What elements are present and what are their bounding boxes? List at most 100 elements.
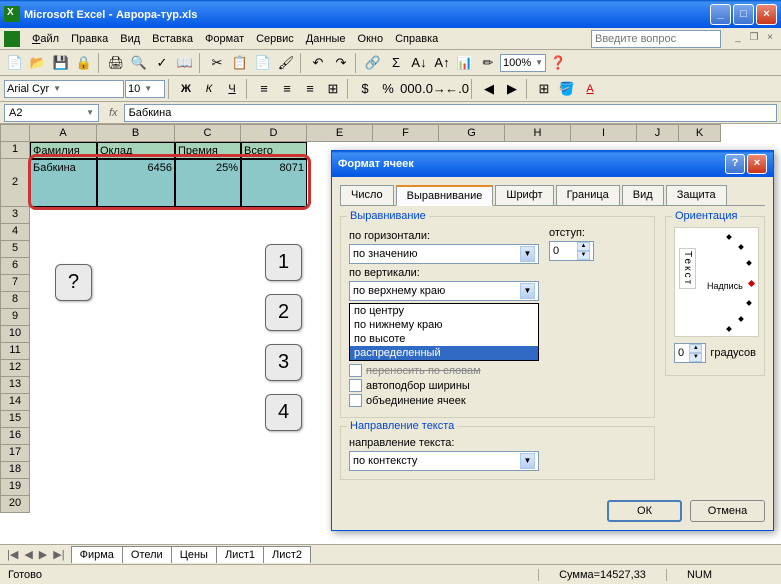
save-icon[interactable]: 💾	[50, 52, 72, 74]
sheet-tab-лист2[interactable]: Лист2	[263, 546, 311, 563]
tab-alignment[interactable]: Выравнивание	[396, 185, 494, 206]
increase-decimal-icon[interactable]: .0→	[423, 78, 445, 100]
cell-a1[interactable]: Фамилия	[30, 142, 97, 159]
degrees-spinner[interactable]: 0▲▼	[674, 343, 706, 363]
indent-spinner[interactable]: 0▲▼	[549, 241, 594, 261]
col-header-g[interactable]: G	[439, 124, 505, 142]
vert-option-distributed[interactable]: распределенный	[350, 346, 538, 360]
vert-option-center[interactable]: по центру	[350, 304, 538, 318]
decrease-decimal-icon[interactable]: ←.0	[446, 78, 468, 100]
text-direction-combo[interactable]: по контексту▼	[349, 451, 539, 471]
row-header-11[interactable]: 11	[0, 343, 30, 360]
cell-d1[interactable]: Всего	[241, 142, 307, 159]
font-name-combo[interactable]: Arial Cyr▼	[4, 80, 124, 98]
row-header-13[interactable]: 13	[0, 377, 30, 394]
chart-icon[interactable]: 📊	[454, 52, 476, 74]
italic-icon[interactable]: К	[198, 78, 220, 100]
menu-data[interactable]: Данные	[300, 31, 352, 47]
permission-icon[interactable]: 🔒	[73, 52, 95, 74]
cut-icon[interactable]: ✂	[206, 52, 228, 74]
row-header-16[interactable]: 16	[0, 428, 30, 445]
drawing-icon[interactable]: ✏	[477, 52, 499, 74]
fx-icon[interactable]: fx	[103, 107, 124, 119]
doc-close-button[interactable]: ×	[763, 32, 777, 46]
row-header-17[interactable]: 17	[0, 445, 30, 462]
percent-icon[interactable]: %	[377, 78, 399, 100]
row-header-20[interactable]: 20	[0, 496, 30, 513]
doc-minimize-button[interactable]: _	[731, 32, 745, 46]
vert-option-bottom[interactable]: по нижнему краю	[350, 318, 538, 332]
menu-view[interactable]: Вид	[114, 31, 146, 47]
orientation-dial[interactable]: Надпись	[705, 233, 755, 333]
print-icon[interactable]: 🖨	[105, 52, 127, 74]
formula-input[interactable]: Бабкина	[124, 104, 777, 122]
vertical-align-combo[interactable]: по верхнему краю▼	[349, 281, 539, 301]
currency-icon[interactable]: $	[354, 78, 376, 100]
row-header-15[interactable]: 15	[0, 411, 30, 428]
row-header-1[interactable]: 1	[0, 142, 30, 159]
help-icon[interactable]: ❓	[547, 52, 569, 74]
tab-number[interactable]: Число	[340, 185, 394, 205]
menu-insert[interactable]: Вставка	[146, 31, 199, 47]
copy-icon[interactable]: 📋	[229, 52, 251, 74]
row-header-19[interactable]: 19	[0, 479, 30, 496]
col-header-c[interactable]: C	[175, 124, 241, 142]
align-center-icon[interactable]: ≡	[276, 78, 298, 100]
font-color-icon[interactable]: A	[579, 78, 601, 100]
undo-icon[interactable]: ↶	[307, 52, 329, 74]
row-header-3[interactable]: 3	[0, 207, 30, 224]
new-icon[interactable]: 📄	[4, 52, 26, 74]
sort-desc-icon[interactable]: A↑	[431, 52, 453, 74]
close-button[interactable]: ×	[756, 4, 777, 25]
row-header-10[interactable]: 10	[0, 326, 30, 343]
merge-checkbox[interactable]	[349, 394, 362, 407]
cell-c2[interactable]: 25%	[175, 159, 241, 207]
decrease-indent-icon[interactable]: ◀	[478, 78, 500, 100]
sheet-tab-цены[interactable]: Цены	[171, 546, 217, 563]
fill-color-icon[interactable]: 🪣	[556, 78, 578, 100]
doc-restore-button[interactable]: ❐	[747, 32, 761, 46]
comma-icon[interactable]: 000	[400, 78, 422, 100]
menu-help[interactable]: Справка	[389, 31, 444, 47]
col-header-e[interactable]: E	[307, 124, 373, 142]
borders-icon[interactable]: ⊞	[533, 78, 555, 100]
ok-button[interactable]: ОК	[607, 500, 682, 522]
open-icon[interactable]: 📂	[27, 52, 49, 74]
menu-tools[interactable]: Сервис	[250, 31, 300, 47]
bold-icon[interactable]: Ж	[175, 78, 197, 100]
cell-c1[interactable]: Премия	[175, 142, 241, 159]
row-header-2[interactable]: 2	[0, 159, 30, 207]
select-all-corner[interactable]	[0, 124, 30, 142]
row-header-12[interactable]: 12	[0, 360, 30, 377]
menu-window[interactable]: Окно	[352, 31, 390, 47]
horizontal-align-combo[interactable]: по значению▼	[349, 244, 539, 264]
wrap-checkbox[interactable]	[349, 364, 362, 377]
vert-option-justify[interactable]: по высоте	[350, 332, 538, 346]
align-right-icon[interactable]: ≡	[299, 78, 321, 100]
autofit-checkbox[interactable]	[349, 379, 362, 392]
preview-icon[interactable]: 🔍	[128, 52, 150, 74]
col-header-b[interactable]: B	[97, 124, 175, 142]
col-header-f[interactable]: F	[373, 124, 439, 142]
autosum-icon[interactable]: Σ	[385, 52, 407, 74]
row-header-18[interactable]: 18	[0, 462, 30, 479]
sheet-tab-отели[interactable]: Отели	[122, 546, 172, 563]
sheet-tab-фирма[interactable]: Фирма	[71, 546, 123, 563]
question-input[interactable]	[591, 30, 721, 48]
dialog-close-button[interactable]: ×	[747, 154, 767, 174]
tab-protection[interactable]: Защита	[666, 185, 727, 205]
col-header-h[interactable]: H	[505, 124, 571, 142]
cell-b1[interactable]: Оклад	[97, 142, 175, 159]
increase-indent-icon[interactable]: ▶	[501, 78, 523, 100]
row-header-14[interactable]: 14	[0, 394, 30, 411]
tab-nav[interactable]: |◀◀▶▶|	[0, 548, 72, 561]
underline-icon[interactable]: Ч	[221, 78, 243, 100]
spell-icon[interactable]: ✓	[151, 52, 173, 74]
doc-icon[interactable]	[4, 31, 20, 47]
col-header-i[interactable]: I	[571, 124, 637, 142]
row-header-8[interactable]: 8	[0, 292, 30, 309]
row-header-5[interactable]: 5	[0, 241, 30, 258]
row-header-6[interactable]: 6	[0, 258, 30, 275]
minimize-button[interactable]: _	[710, 4, 731, 25]
zoom-combo[interactable]: 100%▼	[500, 54, 546, 72]
